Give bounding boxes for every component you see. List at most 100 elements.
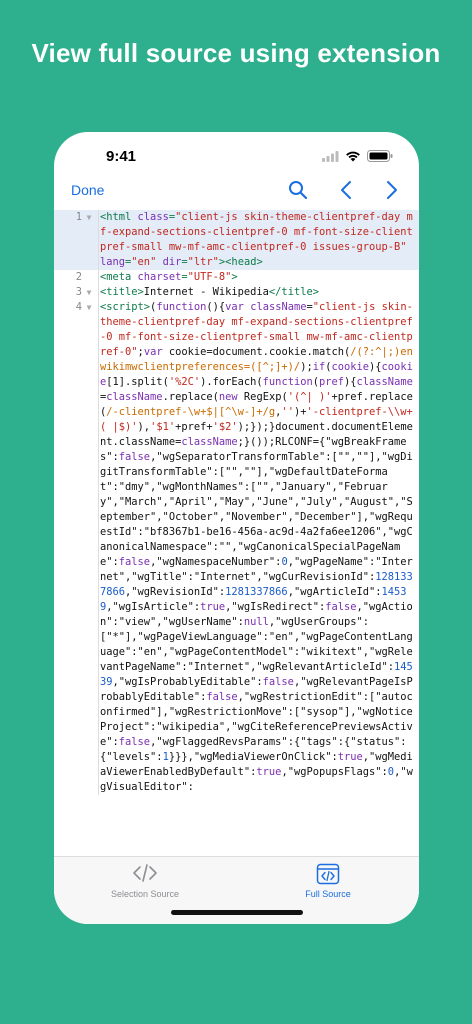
line-gutter: 4 ▼: [54, 300, 98, 795]
code-token: RegExp(: [237, 391, 288, 403]
tab-selection-source[interactable]: Selection Source: [54, 857, 236, 917]
code-token: false: [118, 451, 151, 463]
code-token: '$2': [212, 421, 238, 433]
tab-label: Selection Source: [110, 889, 180, 899]
phone-screen: 9:41 Done 1 ▼ <html class="client-js skin…: [54, 132, 419, 924]
line-gutter: 1 ▼: [54, 210, 98, 270]
code-token: ,"wgPopupsFlags":: [281, 766, 388, 778]
line-number: 4: [75, 301, 82, 313]
tab-label: Full Source: [305, 889, 351, 899]
fold-arrow-icon[interactable]: ▼: [84, 210, 94, 225]
code-token: ,"wgSeparatorTransformTable":["",""],"wg…: [100, 451, 413, 568]
code-token: "ltr": [187, 256, 219, 268]
code-token: new: [218, 391, 238, 403]
code-token: class: [137, 211, 169, 223]
code-token: >: [231, 271, 238, 283]
search-icon[interactable]: [286, 178, 310, 202]
code-line: 1 ▼ <html class="client-js skin-theme-cli…: [54, 210, 419, 270]
code-token: '$1': [150, 421, 176, 433]
code-token: Internet - Wikipedia: [143, 286, 269, 298]
navigation-bar: Done: [54, 174, 419, 208]
code-token: null: [243, 616, 269, 628]
code-token: <title>: [100, 286, 144, 298]
code-line: 3 ▼ <title>Internet - Wikipedia</title>: [54, 285, 419, 300]
code-token: className: [181, 436, 238, 448]
code-token: var: [143, 346, 163, 358]
line-content: <script>(function(){var className="clien…: [98, 300, 419, 795]
code-token: ><head>: [218, 256, 263, 268]
code-token: +pref+: [175, 421, 213, 433]
line-number: 3: [75, 286, 82, 298]
code-token: <html: [100, 211, 138, 223]
code-token: ,"wgIsRedirect":: [225, 601, 326, 613]
status-time: 9:41: [106, 148, 137, 165]
code-token: ){: [369, 361, 382, 373]
line-gutter: 3 ▼: [54, 285, 98, 300]
code-line: 2 <meta charset="UTF-8">: [54, 270, 419, 285]
code-token: .replace(: [162, 391, 219, 403]
chevron-right-icon[interactable]: [380, 178, 404, 202]
code-token: </title>: [268, 286, 319, 298]
code-token: <script>: [100, 301, 151, 313]
line-content: <title>Internet - Wikipedia</title>: [98, 285, 419, 300]
code-token: }}},"wgMediaViewerOnClick":: [168, 751, 338, 763]
code-token: [1].split(: [106, 376, 169, 388]
code-token: );: [300, 361, 313, 373]
home-indicator[interactable]: [171, 910, 303, 915]
code-token: '(^| )': [287, 391, 332, 403]
fold-arrow-icon[interactable]: ▼: [84, 300, 94, 315]
line-number: 2: [75, 271, 82, 283]
code-token: ),: [137, 421, 151, 433]
code-token: ,"wgNamespaceNumber":: [150, 556, 282, 568]
code-document-icon: [316, 863, 340, 885]
code-token: function: [262, 376, 313, 388]
code-token: true: [337, 751, 363, 763]
code-token: "UTF-8": [187, 271, 232, 283]
code-token: true: [200, 601, 226, 613]
line-number: 1: [75, 211, 82, 223]
code-token: ;}());RLCONF=: [237, 436, 319, 448]
code-token: "en": [131, 256, 157, 268]
source-code-view[interactable]: 1 ▼ <html class="client-js skin-theme-cli…: [54, 210, 419, 858]
code-token: ).forEach(: [200, 376, 263, 388]
code-token: )+: [293, 406, 307, 418]
code-token: false: [262, 676, 294, 688]
code-token: false: [206, 691, 238, 703]
code-token: if: [312, 361, 326, 373]
code-token: true: [256, 766, 282, 778]
code-token: ,"wgIsArticle":: [106, 601, 201, 613]
code-token: ,"wgIsProbablyEditable":: [112, 676, 263, 688]
code-token: '%2C': [168, 376, 201, 388]
code-token: 1281337866: [225, 586, 288, 598]
code-token: className: [356, 376, 413, 388]
code-token: function: [156, 301, 207, 313]
code-token: className: [250, 301, 307, 313]
code-token: false: [325, 601, 357, 613]
code-token: ,"wgArticleId":: [287, 586, 382, 598]
code-token: false: [118, 736, 151, 748]
code-token: var: [225, 301, 244, 313]
code-token: dir: [162, 256, 182, 268]
code-token: cookie=document.cookie.match(: [162, 346, 351, 358]
battery-icon: [367, 150, 393, 162]
code-token: lang: [100, 256, 126, 268]
status-bar: 9:41: [54, 132, 419, 178]
done-button[interactable]: Done: [71, 182, 104, 198]
tab-full-source[interactable]: Full Source: [237, 857, 419, 917]
line-content: <html class="client-js skin-theme-client…: [98, 210, 419, 270]
cellular-signal-icon: [322, 150, 339, 162]
code-line: 4 ▼ <script>(function(){var className="cl…: [54, 300, 419, 795]
code-token: /-clientpref-\w+$|[^\w-]+/g: [106, 406, 276, 418]
code-token: cookie: [331, 361, 370, 373]
code-token: (){: [206, 301, 226, 313]
code-icon: [132, 863, 158, 885]
code-token: <meta: [100, 271, 138, 283]
code-token: className: [106, 391, 163, 403]
wifi-icon: [346, 151, 360, 162]
code-token: ,"wgRevisionId":: [125, 586, 226, 598]
code-token: pref: [318, 376, 345, 388]
chevron-left-icon[interactable]: [334, 178, 358, 202]
code-token: charset: [137, 271, 182, 283]
fold-arrow-icon[interactable]: ▼: [84, 285, 94, 300]
line-content: <meta charset="UTF-8">: [98, 270, 419, 285]
